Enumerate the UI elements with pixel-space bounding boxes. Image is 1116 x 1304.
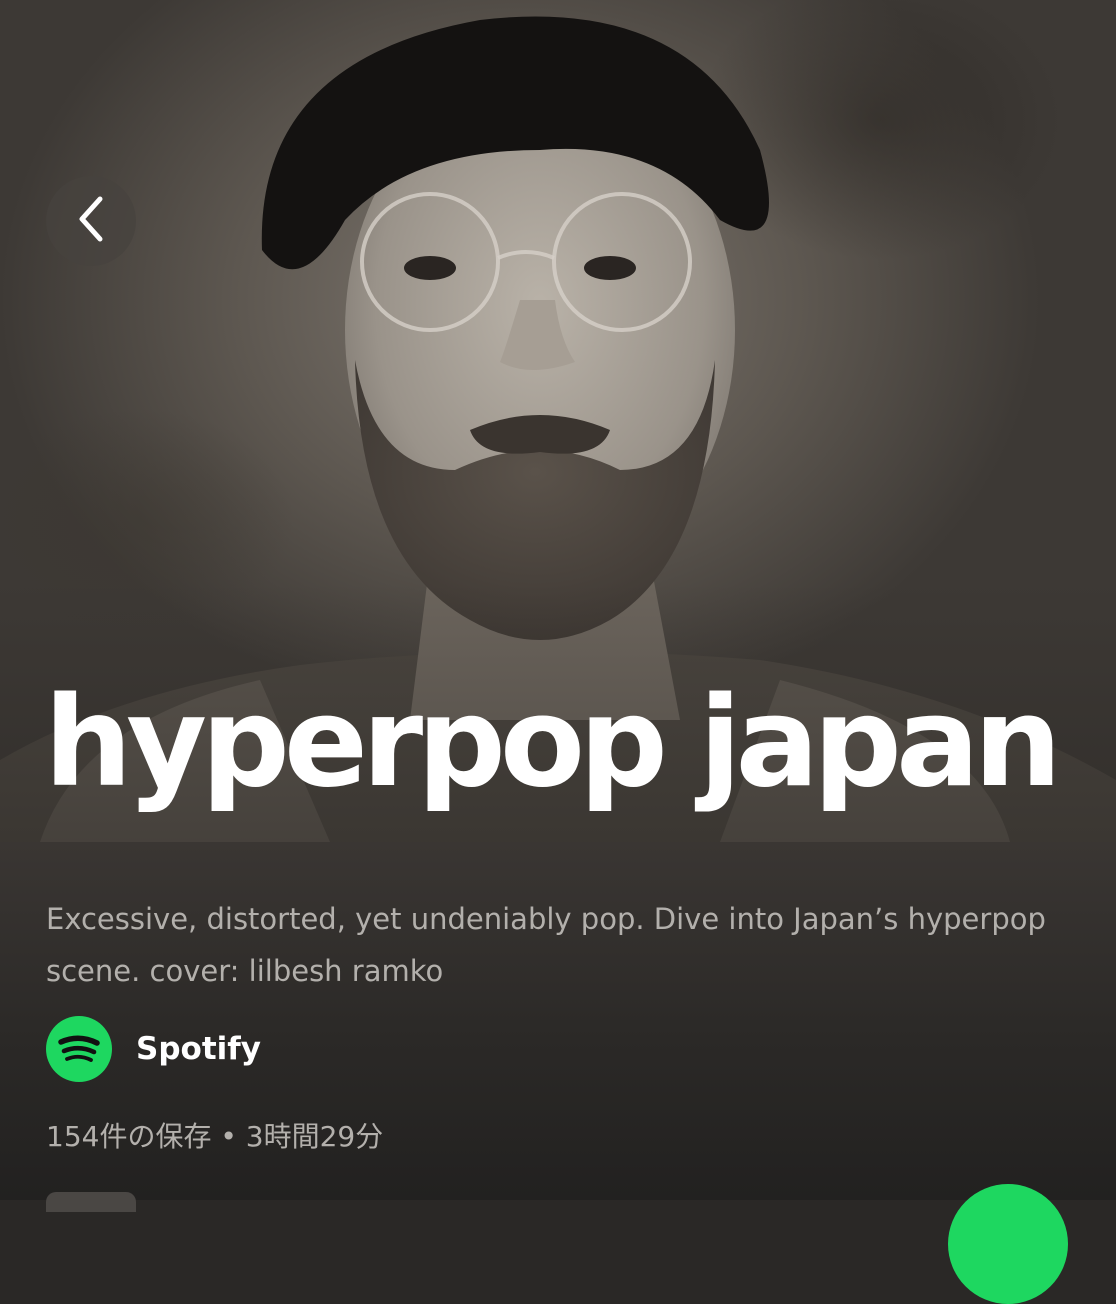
download-button[interactable] (46, 1192, 136, 1212)
chevron-left-icon (71, 191, 111, 251)
back-button[interactable] (46, 176, 136, 266)
playlist-description: Excessive, distorted, yet undeniably pop… (46, 902, 1046, 988)
playlist-meta: 154件の保存 • 3時間29分 (46, 1120, 384, 1153)
spotify-logo-icon[interactable] (46, 1016, 112, 1082)
owner-name-link[interactable]: Spotify (136, 1028, 261, 1070)
playlist-title: hyperpop japan (44, 671, 1062, 815)
play-button[interactable] (948, 1184, 1068, 1304)
